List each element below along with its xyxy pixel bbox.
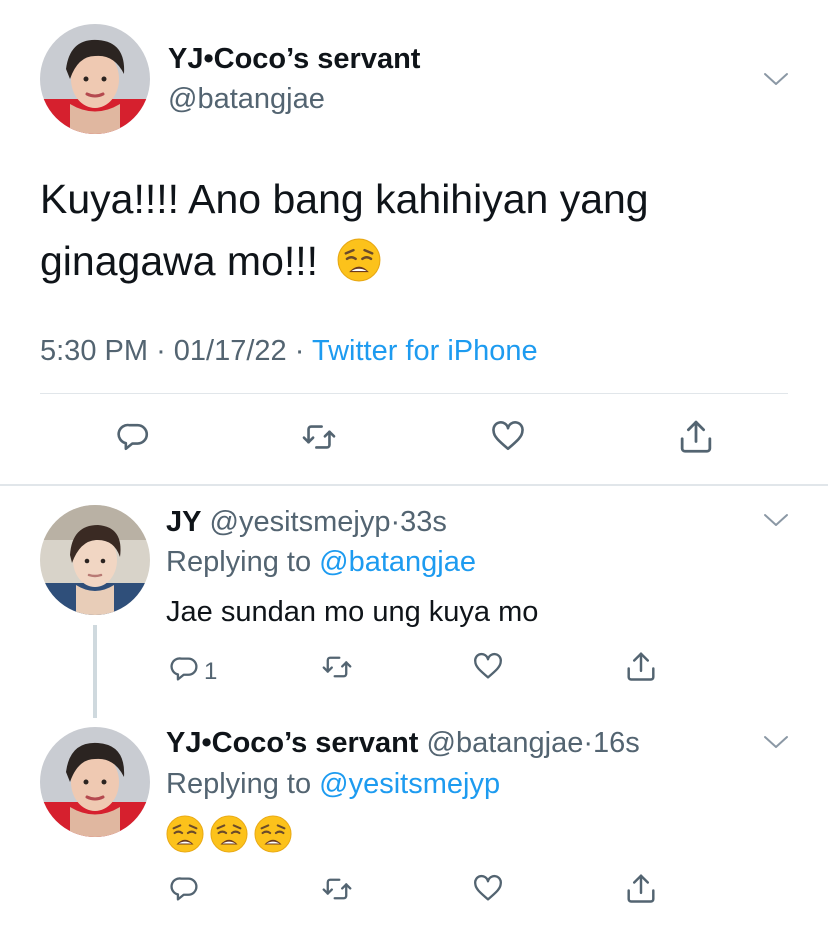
avatar[interactable] bbox=[40, 505, 150, 615]
avatar[interactable] bbox=[40, 24, 150, 134]
tweet-meta: 5:30 PM · 01/17/22 · Twitter for iPhone bbox=[40, 333, 538, 369]
reply-age[interactable]: 33s bbox=[400, 506, 447, 538]
tweet-text: Kuya!!!! Ano bang kahihiyan yang ginagaw… bbox=[40, 168, 770, 292]
replying-to-link[interactable]: @yesitsmejyp bbox=[319, 768, 500, 800]
chevron-down-icon[interactable] bbox=[763, 734, 789, 750]
avatar[interactable] bbox=[40, 727, 150, 837]
like-icon[interactable] bbox=[472, 652, 504, 682]
weary-face-icon bbox=[210, 815, 248, 853]
separator: · bbox=[156, 335, 166, 367]
chevron-down-icon[interactable] bbox=[763, 512, 789, 528]
replying-to-link[interactable]: @batangjae bbox=[319, 546, 476, 578]
retweet-icon[interactable] bbox=[301, 420, 337, 454]
thread-line bbox=[93, 625, 97, 718]
reply-count: 1 bbox=[204, 658, 218, 685]
retweet-icon[interactable] bbox=[321, 652, 353, 682]
handle[interactable]: @batangjae bbox=[168, 82, 325, 116]
divider bbox=[40, 393, 788, 394]
tweet-source-link[interactable]: Twitter for iPhone bbox=[312, 335, 538, 367]
tweet-date: 01/17/22 bbox=[173, 335, 287, 367]
retweet-icon[interactable] bbox=[321, 874, 353, 904]
weary-face-icon bbox=[166, 815, 204, 853]
like-icon[interactable] bbox=[472, 874, 504, 904]
tweet-time: 5:30 PM bbox=[40, 335, 148, 367]
replying-to: Replying to @batangjae bbox=[166, 544, 476, 580]
reply-age[interactable]: 16s bbox=[593, 727, 640, 759]
reply-icon[interactable] bbox=[170, 874, 202, 904]
weary-face-icon bbox=[254, 815, 292, 853]
like-icon[interactable] bbox=[490, 420, 526, 454]
chevron-down-icon[interactable] bbox=[763, 71, 789, 87]
reply-header: YJ•Coco’s servant @batangjae·16s bbox=[166, 725, 640, 761]
reply-icon[interactable] bbox=[117, 420, 153, 454]
handle[interactable]: @yesitsmejyp bbox=[210, 506, 391, 538]
display-name[interactable]: YJ•Coco’s servant bbox=[166, 727, 418, 759]
replying-label: Replying to bbox=[166, 768, 312, 800]
separator: · bbox=[294, 335, 305, 367]
separator: · bbox=[390, 506, 401, 538]
display-name[interactable]: JY bbox=[166, 506, 201, 538]
handle[interactable]: @batangjae bbox=[427, 727, 584, 759]
reply-text: Jae sundan mo ung kuya mo bbox=[166, 596, 539, 628]
weary-face-icon bbox=[337, 238, 382, 283]
reply-header: JY @yesitsmejyp·33s bbox=[166, 504, 447, 540]
display-name[interactable]: YJ•Coco’s servant bbox=[168, 42, 420, 76]
separator: · bbox=[583, 727, 594, 759]
share-icon[interactable] bbox=[625, 872, 657, 904]
reply-action[interactable]: 1 bbox=[170, 652, 217, 686]
share-icon[interactable] bbox=[678, 418, 714, 454]
replying-to: Replying to @yesitsmejyp bbox=[166, 766, 500, 802]
reply-emoji-row bbox=[166, 815, 292, 853]
replying-label: Replying to bbox=[166, 546, 312, 578]
reply-icon[interactable] bbox=[170, 654, 202, 684]
share-icon[interactable] bbox=[625, 650, 657, 682]
section-divider bbox=[0, 484, 828, 486]
